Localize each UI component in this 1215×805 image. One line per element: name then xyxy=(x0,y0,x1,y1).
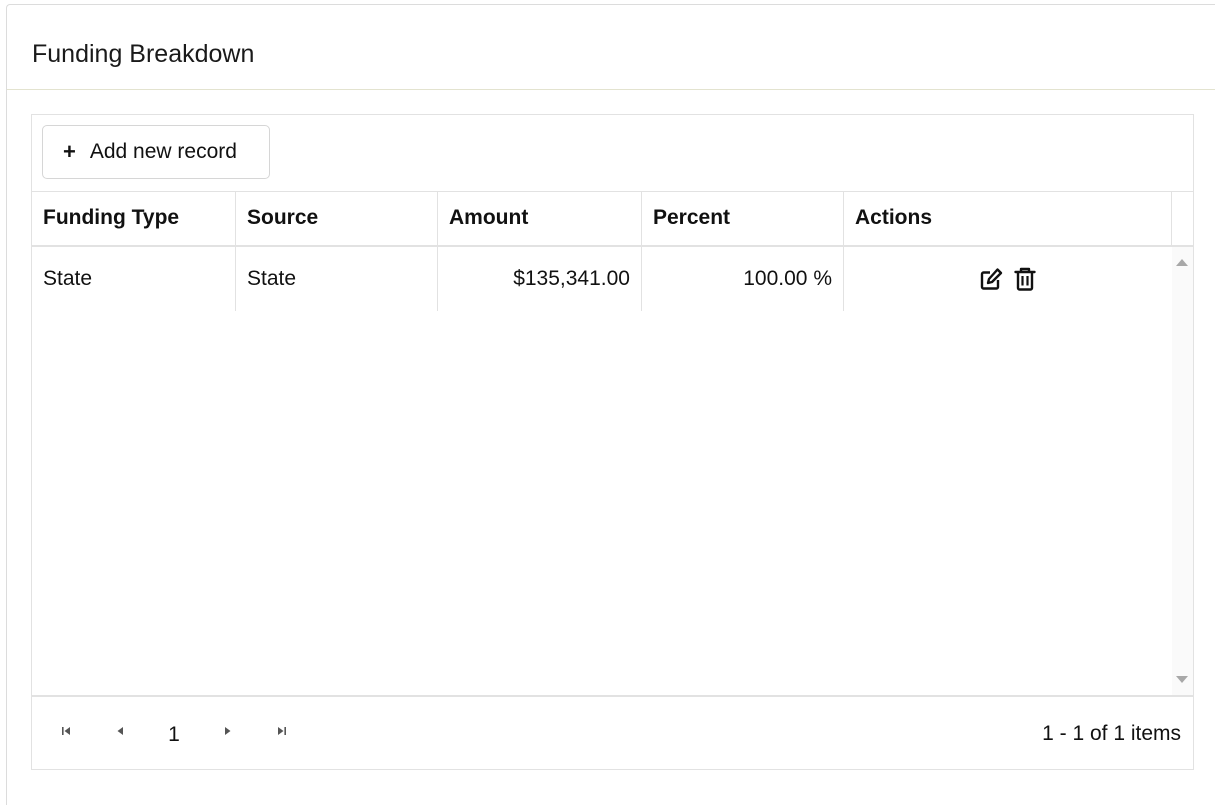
add-new-record-label: Add new record xyxy=(89,140,237,163)
trash-icon[interactable] xyxy=(1012,266,1038,292)
cell-percent: 100.00 % xyxy=(642,247,844,311)
cell-funding-type: State xyxy=(32,247,236,311)
plus-icon: + xyxy=(63,139,76,164)
panel-title: Funding Breakdown xyxy=(32,40,255,68)
scroll-up-arrow-icon[interactable] xyxy=(1176,259,1188,266)
cell-amount: $135,341.00 xyxy=(438,247,642,311)
grid-pager: 1 1 - 1 of 1 items xyxy=(32,695,1193,769)
funding-grid: + Add new record Funding Type Source Amo… xyxy=(31,114,1194,770)
last-page-icon[interactable] xyxy=(270,719,294,743)
column-header-source[interactable]: Source xyxy=(236,191,438,245)
column-header-actions: Actions xyxy=(844,191,1172,245)
page-number-current[interactable]: 1 xyxy=(160,723,188,747)
column-header-amount[interactable]: Amount xyxy=(438,191,642,245)
next-page-icon[interactable] xyxy=(216,719,240,743)
column-header-percent[interactable]: Percent xyxy=(642,191,844,245)
grid-header-row: Funding Type Source Amount Percent Actio… xyxy=(32,191,1172,247)
panel-header: Funding Breakdown xyxy=(7,5,1215,90)
pager-info: 1 - 1 of 1 items xyxy=(1042,722,1181,745)
cell-source: State xyxy=(236,247,438,311)
column-header-funding-type[interactable]: Funding Type xyxy=(32,191,236,245)
scroll-down-arrow-icon[interactable] xyxy=(1176,676,1188,683)
table-row[interactable]: State State $135,341.00 100.00 % xyxy=(32,247,1172,311)
add-new-record-button[interactable]: + Add new record xyxy=(42,125,270,179)
grid-toolbar: + Add new record xyxy=(32,115,1193,192)
grid-content: State State $135,341.00 100.00 % xyxy=(32,247,1172,695)
vertical-scrollbar[interactable] xyxy=(1172,247,1193,695)
previous-page-icon[interactable] xyxy=(108,719,132,743)
header-scroll-spacer xyxy=(1172,191,1193,247)
cell-actions xyxy=(844,247,1172,311)
edit-icon[interactable] xyxy=(978,266,1004,292)
first-page-icon[interactable] xyxy=(54,719,78,743)
